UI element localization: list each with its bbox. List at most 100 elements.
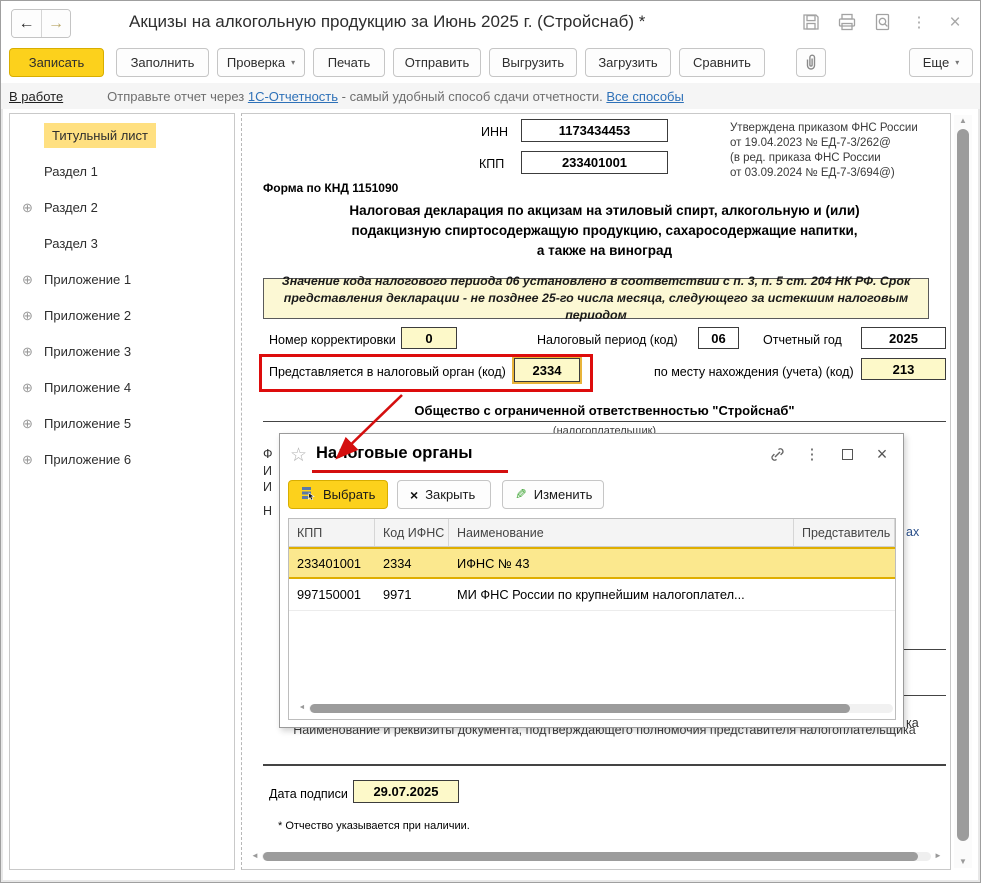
print-button[interactable]: Печать — [313, 48, 385, 77]
app-window: ← → Акцизы на алкогольную продукцию за И… — [0, 0, 981, 883]
chevron-down-icon: ▾ — [291, 58, 295, 67]
column-header-rep[interactable]: Представитель — [794, 519, 895, 546]
expand-icon[interactable]: ⊕ — [22, 308, 33, 324]
hidden-text-fragment: Ф — [263, 447, 273, 461]
title-bar: ← → Акцизы на алкогольную продукцию за И… — [1, 1, 980, 45]
tax-authorities-table: КПП Код ИФНС Наименование Представитель … — [288, 518, 896, 720]
scroll-right-icon[interactable]: ► — [932, 850, 944, 862]
kpp-field[interactable]: 233401001 — [521, 151, 668, 174]
correction-label: Номер корректировки — [269, 333, 396, 347]
link-icon[interactable] — [768, 445, 786, 463]
sign-date-label: Дата подписи — [269, 787, 348, 801]
close-button[interactable]: × Закрыть — [397, 480, 491, 509]
sidebar-item-appendix-2[interactable]: ⊕Приложение 2 — [10, 301, 234, 330]
select-icon — [301, 486, 316, 503]
pencil-icon: ✎ — [515, 486, 527, 503]
expand-icon[interactable]: ⊕ — [22, 200, 33, 216]
dialog-more-icon[interactable]: ⋮ — [803, 445, 821, 463]
scroll-left-icon[interactable]: ◄ — [297, 703, 307, 713]
column-header-kpp[interactable]: КПП — [289, 519, 375, 546]
table-row[interactable]: 233401001 2334 ИФНС № 43 — [289, 547, 895, 579]
expand-icon[interactable]: ⊕ — [22, 452, 33, 468]
sidebar-item-appendix-1[interactable]: ⊕Приложение 1 — [10, 265, 234, 294]
inn-field[interactable]: 1173434453 — [521, 119, 668, 142]
more-button[interactable]: Еще▾ — [909, 48, 973, 77]
period-field[interactable]: 06 — [698, 327, 739, 349]
dialog-close-icon[interactable]: × — [873, 445, 891, 463]
sidebar-item-appendix-4[interactable]: ⊕Приложение 4 — [10, 373, 234, 402]
expand-icon[interactable]: ⊕ — [22, 380, 33, 396]
dialog-title: Налоговые органы — [316, 444, 472, 463]
favorite-star-icon[interactable]: ☆ — [290, 444, 307, 467]
location-field[interactable]: 213 — [861, 358, 946, 380]
chevron-down-icon: ▾ — [955, 58, 959, 67]
correction-field[interactable]: 0 — [401, 327, 457, 349]
sign-date-field[interactable]: 29.07.2025 — [353, 780, 459, 803]
expand-icon[interactable]: ⊕ — [22, 416, 33, 432]
table-row[interactable]: 997150001 9971 МИ ФНС России по крупнейш… — [289, 579, 895, 611]
send-button[interactable]: Отправить — [393, 48, 481, 77]
hidden-text-fragment: ах — [906, 525, 919, 539]
unload-button[interactable]: Выгрузить — [489, 48, 577, 77]
paperclip-icon — [804, 53, 818, 73]
inn-label: ИНН — [481, 125, 508, 139]
scroll-up-icon[interactable]: ▲ — [954, 115, 972, 127]
year-label: Отчетный год — [763, 333, 842, 347]
form-vertical-scrollbar[interactable]: ▲ ▼ — [954, 115, 972, 868]
location-label: по месту нахождения (учета) (код) — [654, 365, 854, 379]
authority-label: Представляется в налоговый орган (код) — [269, 365, 506, 379]
sidebar-item-appendix-6[interactable]: ⊕Приложение 6 — [10, 445, 234, 474]
form-horizontal-scrollbar[interactable]: ◄ ► — [249, 849, 944, 863]
1c-reporting-link[interactable]: 1С-Отчетность — [248, 89, 338, 104]
sidebar-item-section-1[interactable]: ⊕Раздел 1 — [10, 157, 234, 186]
sidebar-item-appendix-5[interactable]: ⊕Приложение 5 — [10, 409, 234, 438]
scroll-left-icon[interactable]: ◄ — [249, 850, 261, 862]
tax-authorities-dialog: ☆ Налоговые органы ⋮ × Выбрать × Закрыть — [279, 433, 904, 728]
sidebar-item-title-page[interactable]: ⊕Титульный лист — [10, 121, 234, 150]
declaration-title: Налоговая декларация по акцизам на этило… — [263, 201, 946, 261]
hidden-text-fragment: Н — [263, 504, 272, 518]
authority-field[interactable]: 2334 — [514, 358, 580, 382]
compare-button[interactable]: Сравнить — [679, 48, 765, 77]
status-bar: В работе Отправьте отчет через 1С-Отчетн… — [1, 83, 980, 109]
load-button[interactable]: Загрузить — [585, 48, 671, 77]
nav-history-group: ← → — [11, 9, 71, 38]
sidebar-item-appendix-3[interactable]: ⊕Приложение 3 — [10, 337, 234, 366]
table-header-row: КПП Код ИФНС Наименование Представитель — [289, 519, 895, 547]
close-x-icon: × — [410, 487, 418, 503]
table-horizontal-scrollbar[interactable]: ◄ ► — [297, 701, 896, 715]
print-icon[interactable] — [836, 11, 858, 33]
edit-button[interactable]: ✎ Изменить — [502, 480, 604, 509]
column-header-code[interactable]: Код ИФНС — [375, 519, 449, 546]
save-button[interactable]: Записать — [9, 48, 104, 77]
expand-icon[interactable]: ⊕ — [22, 344, 33, 360]
scroll-down-icon[interactable]: ▼ — [954, 856, 972, 868]
report-status-link[interactable]: В работе — [9, 89, 63, 104]
knd-form-label: Форма по КНД 1151090 — [263, 181, 398, 195]
forward-button[interactable]: → — [41, 10, 70, 37]
sidebar-item-section-3[interactable]: ⊕Раздел 3 — [10, 229, 234, 258]
close-window-icon[interactable]: × — [944, 11, 966, 33]
save-icon[interactable] — [800, 11, 822, 33]
attachment-button[interactable] — [796, 48, 826, 77]
preview-icon[interactable] — [872, 11, 894, 33]
expand-icon[interactable]: ⊕ — [22, 272, 33, 288]
page-title: Акцизы на алкогольную продукцию за Июнь … — [129, 12, 645, 32]
year-field[interactable]: 2025 — [861, 327, 946, 349]
kpp-label: КПП — [479, 157, 504, 171]
more-menu-icon[interactable]: ⋮ — [908, 11, 930, 33]
maximize-icon[interactable] — [838, 445, 856, 463]
scroll-right-icon[interactable]: ► — [895, 703, 896, 713]
sidebar-item-section-2[interactable]: ⊕Раздел 2 — [10, 193, 234, 222]
check-button[interactable]: Проверка▾ — [217, 48, 305, 77]
back-button[interactable]: ← — [12, 10, 41, 37]
period-label: Налоговый период (код) — [537, 333, 678, 347]
taxpayer-name: Общество с ограниченной ответственностью… — [263, 403, 946, 418]
column-header-name[interactable]: Наименование — [449, 519, 794, 546]
status-message: Отправьте отчет через 1С-Отчетность - са… — [107, 89, 684, 104]
fill-button[interactable]: Заполнить — [116, 48, 209, 77]
footnote: * Отчество указывается при наличии. — [278, 820, 470, 832]
all-ways-link[interactable]: Все способы — [606, 89, 683, 104]
hidden-text-fragment: И — [263, 464, 272, 478]
select-button[interactable]: Выбрать — [288, 480, 388, 509]
